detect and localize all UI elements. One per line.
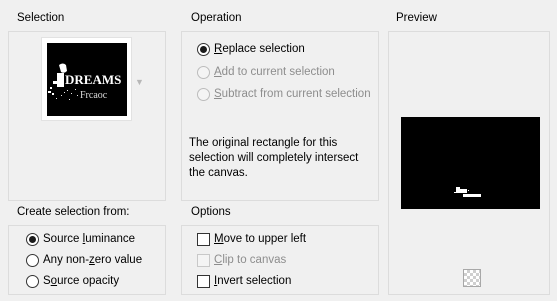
thumbnail-text: DREAMS [65, 72, 121, 87]
checkbox-label: Invert selection [214, 275, 292, 287]
checkbox[interactable] [197, 232, 210, 246]
operation-info-text: The original rectangle for this selectio… [189, 137, 359, 179]
radio-add-to-current-selection[interactable]: Add to current selection [197, 64, 335, 80]
radio-label: Source luminance [43, 233, 136, 245]
radio-button[interactable] [26, 253, 39, 267]
radio-button[interactable] [26, 274, 39, 288]
checkbox[interactable] [197, 274, 210, 288]
checkbox-clip-to-canvas[interactable]: Clip to canvas [197, 252, 286, 268]
selection-from-mask-dialog: Selection DREAMS Frcaoc ▼ Operation Repl… [0, 0, 557, 301]
transparency-checker-icon[interactable] [463, 269, 481, 287]
radio-any-non-zero-value[interactable]: Any non-zero value [26, 252, 142, 268]
radio-button[interactable] [197, 87, 210, 101]
checkbox[interactable] [197, 253, 210, 267]
checkbox-label: Move to upper left [214, 233, 307, 245]
create-from-group-title: Create selection from: [17, 206, 130, 218]
radio-label: Subtract from current selection [214, 88, 371, 100]
radio-label: Replace selection [214, 43, 305, 55]
radio-label: Add to current selection [214, 66, 335, 78]
preview-image [401, 117, 540, 209]
radio-button[interactable] [197, 65, 210, 79]
radio-button[interactable] [197, 42, 210, 56]
chevron-down-icon[interactable]: ▼ [135, 77, 144, 87]
radio-source-luminance[interactable]: Source luminance [26, 231, 135, 247]
svg-text:Frcaoc: Frcaoc [80, 90, 108, 101]
radio-subtract-from-current-selection[interactable]: Subtract from current selection [197, 86, 371, 102]
checkbox-invert-selection[interactable]: Invert selection [197, 273, 291, 289]
selection-group-title: Selection [17, 12, 65, 24]
checkbox-label: Clip to canvas [214, 254, 287, 266]
radio-replace-selection[interactable]: Replace selection [197, 41, 305, 57]
radio-label: Any non-zero value [43, 254, 143, 266]
radio-label: Source opacity [43, 275, 120, 287]
options-group-title: Options [191, 206, 231, 218]
radio-button[interactable] [26, 232, 39, 246]
checkbox-move-to-upper-left[interactable]: Move to upper left [197, 231, 306, 247]
radio-source-opacity[interactable]: Source opacity [26, 273, 119, 289]
preview-group-title: Preview [396, 12, 437, 24]
thumbnail-image: DREAMS Frcaoc [47, 43, 127, 116]
mask-source-thumbnail[interactable]: DREAMS Frcaoc [41, 37, 132, 121]
operation-group-title: Operation [191, 12, 242, 24]
